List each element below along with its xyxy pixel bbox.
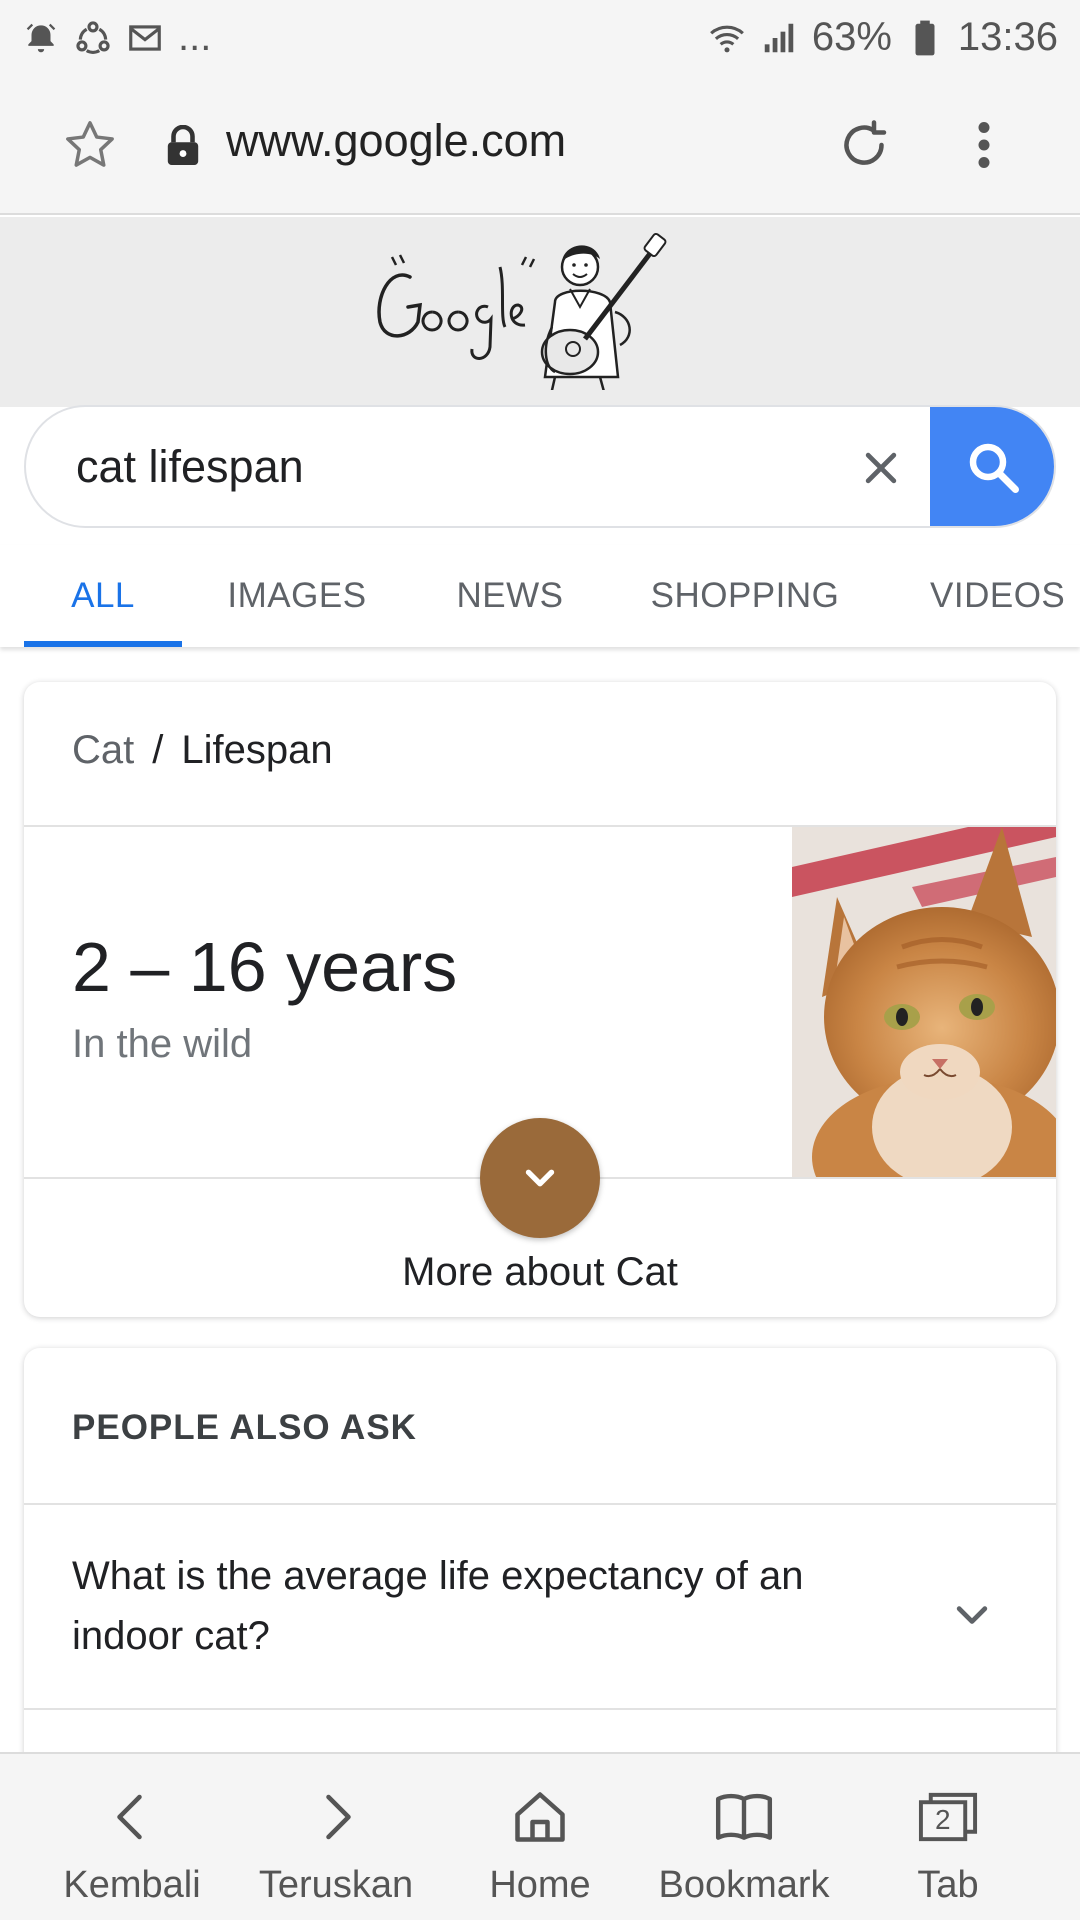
breadcrumb-current: Lifespan bbox=[181, 728, 333, 772]
nav-bookmark[interactable]: Bookmark bbox=[644, 1754, 844, 1920]
answer-value: 2 – 16 years bbox=[72, 928, 458, 1006]
doodle-area bbox=[0, 217, 1080, 407]
divider bbox=[24, 1708, 1056, 1710]
alarm-icon bbox=[22, 19, 60, 57]
star-icon[interactable] bbox=[62, 117, 118, 173]
tab-all[interactable]: ALL bbox=[24, 545, 182, 647]
tab-shopping-label: SHOPPING bbox=[650, 576, 840, 615]
status-left: ... bbox=[22, 15, 211, 60]
nav-home[interactable]: Home bbox=[440, 1754, 640, 1920]
tab-news-label: NEWS bbox=[456, 576, 564, 615]
tab-count: 2 bbox=[935, 1804, 951, 1835]
tabs-icon: 2 bbox=[913, 1782, 983, 1852]
tab-images-label: IMAGES bbox=[227, 576, 367, 615]
browser-toolbar: www.google.com bbox=[0, 75, 1080, 215]
reload-icon[interactable] bbox=[834, 115, 894, 175]
nav-home-label: Home bbox=[489, 1864, 591, 1906]
search-box bbox=[24, 405, 1056, 528]
paa-title: PEOPLE ALSO ASK bbox=[72, 1408, 417, 1447]
answer-subtitle: In the wild bbox=[72, 1022, 253, 1066]
signal-icon bbox=[760, 19, 798, 57]
tab-videos[interactable]: VIDEOS bbox=[912, 545, 1072, 647]
chevron-down-icon[interactable] bbox=[950, 1594, 994, 1638]
bottom-navigation: Kembali Teruskan Home Bookmark 2 Tab bbox=[0, 1752, 1080, 1920]
breadcrumb-parent[interactable]: Cat bbox=[72, 728, 134, 772]
gmail-icon bbox=[126, 19, 164, 57]
search-button[interactable] bbox=[930, 407, 1054, 526]
answer-card: Cat / Lifespan 2 – 16 years In the wild bbox=[24, 682, 1056, 1317]
search-icon bbox=[969, 443, 1019, 493]
nav-forward[interactable]: Teruskan bbox=[236, 1754, 436, 1920]
search-tabs: ALL IMAGES NEWS SHOPPING VIDEOS bbox=[0, 545, 1080, 647]
nav-back-label: Kembali bbox=[63, 1864, 201, 1906]
nav-tabs-label: Tab bbox=[917, 1864, 979, 1906]
bookmark-icon bbox=[709, 1782, 779, 1852]
battery-icon bbox=[906, 19, 944, 57]
breadcrumb-separator: / bbox=[152, 728, 164, 772]
lock-icon bbox=[167, 125, 199, 165]
chevron-down-icon bbox=[525, 1169, 555, 1187]
status-right: 63% 13:36 bbox=[708, 15, 1058, 60]
tab-news[interactable]: NEWS bbox=[440, 545, 580, 647]
nav-forward-label: Teruskan bbox=[258, 1864, 414, 1906]
clear-search-button[interactable] bbox=[846, 433, 916, 503]
tab-images[interactable]: IMAGES bbox=[212, 545, 382, 647]
close-icon bbox=[865, 452, 897, 484]
nav-tabs[interactable]: 2 Tab bbox=[848, 1754, 1048, 1920]
wifi-icon bbox=[708, 19, 746, 57]
divider bbox=[24, 1503, 1056, 1505]
battery-percent: 63% bbox=[811, 15, 892, 59]
tab-all-label: ALL bbox=[71, 576, 135, 615]
home-icon bbox=[505, 1782, 575, 1852]
cat-image[interactable] bbox=[792, 827, 1056, 1177]
breadcrumb: Cat / Lifespan bbox=[72, 728, 333, 773]
tab-shopping[interactable]: SHOPPING bbox=[640, 545, 850, 647]
google-doodle-logo[interactable] bbox=[370, 227, 690, 402]
sync-icon bbox=[74, 19, 112, 57]
status-overflow: ... bbox=[178, 15, 212, 59]
url-field[interactable]: www.google.com bbox=[226, 115, 566, 167]
clock: 13:36 bbox=[957, 15, 1058, 59]
active-tab-indicator bbox=[24, 641, 182, 647]
nav-back[interactable]: Kembali bbox=[32, 1754, 232, 1920]
tab-videos-label: VIDEOS bbox=[930, 576, 1066, 615]
forward-icon bbox=[301, 1782, 371, 1852]
nav-bookmark-label: Bookmark bbox=[658, 1864, 830, 1906]
back-icon bbox=[97, 1782, 167, 1852]
search-input[interactable] bbox=[76, 437, 816, 497]
more-about-link[interactable]: More about Cat bbox=[24, 1250, 1056, 1295]
overflow-menu-icon[interactable] bbox=[964, 115, 1004, 175]
expand-more-button[interactable] bbox=[480, 1118, 600, 1238]
cat-photo-graphic bbox=[792, 827, 1056, 1177]
status-bar: ... 63% 13:36 bbox=[0, 0, 1080, 75]
paa-question[interactable]: What is the average life expectancy of a… bbox=[72, 1546, 852, 1666]
